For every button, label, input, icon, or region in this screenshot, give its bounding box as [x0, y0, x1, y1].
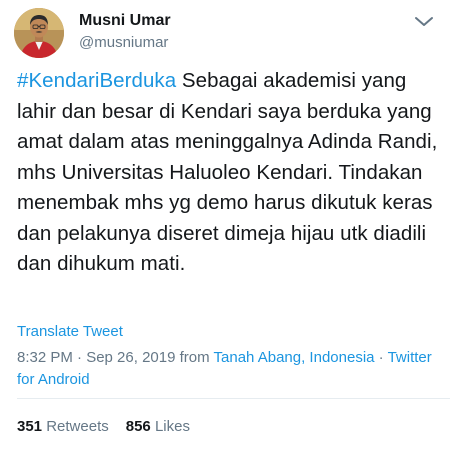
divider [17, 398, 450, 399]
retweets-label: Retweets [46, 418, 109, 435]
likes-count: 856 [125, 418, 151, 435]
user-display-name[interactable]: Musni Umar [79, 12, 171, 30]
chevron-down-icon[interactable] [412, 14, 436, 30]
tweet-timestamp[interactable]: 8:32 PM · Sep 26, 2019 from [17, 349, 214, 366]
tweet-card: Musni Umar @musniumar #KendariBerduka Se… [0, 0, 450, 451]
retweets-stat[interactable]: 351 Retweets [17, 418, 109, 435]
likes-stat[interactable]: 856 Likes [126, 418, 190, 435]
tweet-body: Sebagai akademisi yang lahir dan besar d… [17, 69, 438, 275]
likes-label: Likes [154, 418, 190, 435]
user-handle[interactable]: @musniumar [79, 34, 168, 51]
translate-tweet-link[interactable]: Translate Tweet [17, 323, 123, 340]
retweets-count: 351 [17, 418, 43, 435]
meta-separator: · [374, 349, 388, 366]
avatar[interactable] [14, 8, 64, 58]
tweet-text: #KendariBerduka Sebagai akademisi yang l… [17, 66, 442, 280]
tweet-stats: 351 Retweets 856 Likes [17, 418, 190, 435]
hashtag-link[interactable]: #KendariBerduka [17, 69, 176, 92]
location-link[interactable]: Tanah Abang, Indonesia [214, 349, 375, 366]
tweet-metadata: 8:32 PM · Sep 26, 2019 from Tanah Abang,… [17, 347, 437, 391]
